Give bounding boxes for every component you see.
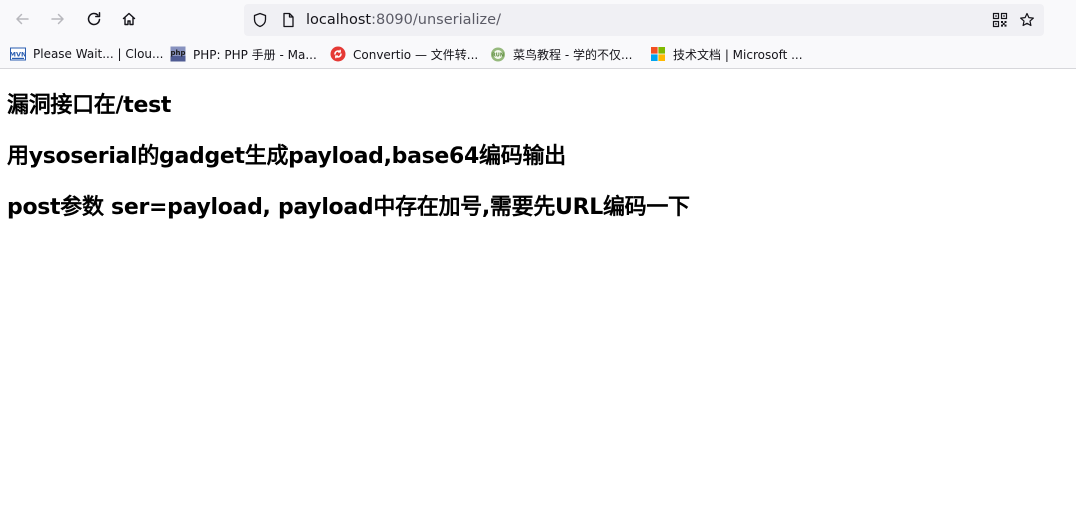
- home-icon: [122, 12, 136, 26]
- arrow-right-icon: [51, 13, 64, 25]
- qr-code-icon[interactable]: [992, 12, 1008, 28]
- convertio-icon: [330, 46, 346, 62]
- bookmark-item[interactable]: RUN 菜鸟教程 - 学的不仅...: [490, 45, 632, 63]
- star-icon[interactable]: [1019, 12, 1035, 28]
- mvn-icon: MVN: [10, 47, 26, 61]
- shield-icon[interactable]: [252, 12, 268, 28]
- svg-text:RUN: RUN: [492, 53, 504, 59]
- php-icon: php: [170, 46, 186, 62]
- bookmark-label: 技术文档 | Microsoft ...: [673, 47, 803, 62]
- heading-post-param: post参数 ser=payload, payload中存在加号,需要先URL编…: [7, 195, 690, 220]
- heading-endpoint: 漏洞接口在/test: [7, 93, 172, 118]
- runoob-icon: RUN: [491, 47, 505, 62]
- svg-text:php: php: [170, 49, 185, 57]
- browser-toolbar: localhost:8090/unserialize/: [0, 0, 1076, 38]
- bookmarks-toolbar: MVN Please Wait... | Clou... php PHP: PH…: [0, 38, 1076, 69]
- bookmark-item[interactable]: MVN Please Wait... | Clou...: [10, 45, 163, 63]
- svg-text:MVN: MVN: [10, 51, 26, 59]
- bookmark-item[interactable]: 技术文档 | Microsoft ...: [650, 45, 803, 63]
- page-icon[interactable]: [280, 12, 296, 28]
- address-bar[interactable]: localhost:8090/unserialize/: [244, 4, 1044, 36]
- url-text[interactable]: localhost:8090/unserialize/: [306, 11, 501, 29]
- bookmark-item[interactable]: Convertio — 文件转...: [330, 45, 478, 63]
- back-button[interactable]: [8, 5, 36, 33]
- bookmark-label: 菜鸟教程 - 学的不仅...: [513, 47, 633, 62]
- home-button[interactable]: [115, 5, 143, 33]
- url-host: localhost: [306, 12, 372, 28]
- arrow-left-icon: [16, 13, 29, 25]
- bookmark-item[interactable]: php PHP: PHP 手册 - Ma...: [170, 45, 317, 63]
- bookmark-label: Please Wait... | Clou...: [33, 47, 164, 61]
- heading-ysoserial: 用ysoserial的gadget生成payload,base64编码输出: [7, 144, 566, 169]
- bookmark-label: Convertio — 文件转...: [353, 47, 479, 62]
- reload-button[interactable]: [80, 5, 108, 33]
- microsoft-icon: [651, 47, 665, 61]
- reload-icon: [87, 12, 101, 26]
- url-path: :8090/unserialize/: [371, 12, 501, 28]
- bookmark-label: PHP: PHP 手册 - Ma...: [193, 47, 317, 62]
- forward-button[interactable]: [44, 5, 72, 33]
